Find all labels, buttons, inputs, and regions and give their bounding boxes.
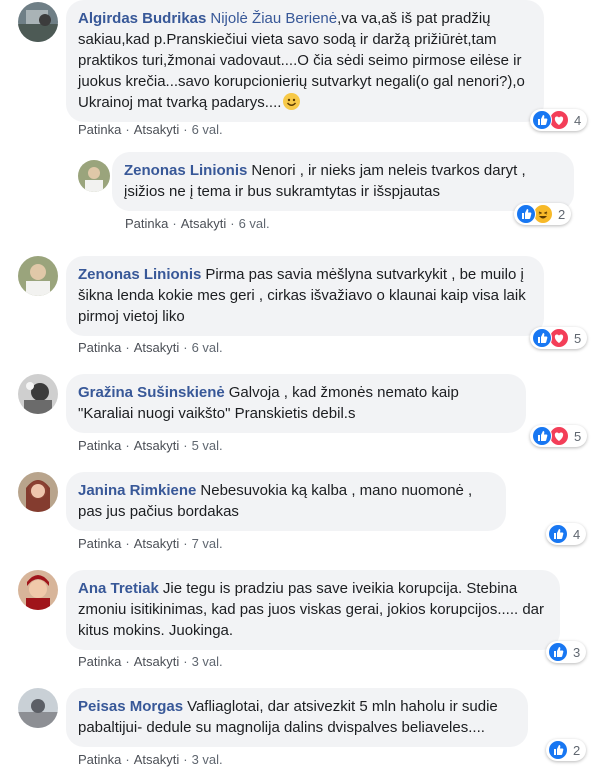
avatar[interactable]	[18, 256, 58, 296]
mentioned-user[interactable]: Nijolė Žiau Berienė	[210, 10, 337, 27]
comment-author[interactable]: Algirdas Budrikas	[78, 10, 206, 27]
comment-timestamp[interactable]: 3 val.	[192, 752, 223, 767]
comment-author[interactable]: Zenonas Linionis	[78, 266, 201, 283]
avatar[interactable]	[18, 472, 58, 512]
comment-actions: Patinka · Atsakyti · 7 val.	[78, 536, 223, 551]
reaction-count: 2	[558, 206, 566, 222]
comment-actions: Patinka · Atsakyti · 6 val.	[125, 216, 270, 231]
reaction-summary[interactable]: 5	[530, 425, 588, 447]
haha-reaction-icon	[533, 204, 553, 224]
avatar[interactable]	[78, 160, 110, 192]
reaction-summary[interactable]: 5	[530, 327, 588, 349]
reply-link[interactable]: Atsakyti	[134, 536, 180, 551]
like-reaction-icon	[516, 204, 536, 224]
love-reaction-icon	[549, 328, 569, 348]
avatar[interactable]	[18, 374, 58, 414]
avatar[interactable]	[18, 2, 58, 42]
reaction-count: 2	[573, 742, 581, 758]
avatar[interactable]	[18, 688, 58, 728]
reply-link[interactable]: Atsakyti	[134, 122, 180, 137]
comment-author[interactable]: Ana Tretiak	[78, 580, 159, 597]
comment-timestamp[interactable]: 6 val.	[239, 216, 270, 231]
reaction-summary[interactable]: 2	[546, 739, 587, 761]
comment-author[interactable]: Zenonas Linionis	[124, 162, 247, 179]
love-reaction-icon	[549, 110, 569, 130]
reaction-count: 4	[574, 112, 582, 128]
like-link[interactable]: Patinka	[78, 122, 121, 137]
comment-bubble: Zenonas Linionis Nenori , ir nieks jam ne…	[112, 152, 574, 211]
reply-link[interactable]: Atsakyti	[181, 216, 227, 231]
comment-author[interactable]: Peisas Morgas	[78, 698, 183, 715]
comment-timestamp[interactable]: 5 val.	[192, 438, 223, 453]
like-reaction-icon	[532, 110, 552, 130]
comment-actions: Patinka · Atsakyti · 6 val.	[78, 122, 223, 137]
like-reaction-icon	[532, 328, 552, 348]
reply-link[interactable]: Atsakyti	[134, 654, 180, 669]
comment-bubble: Algirdas Budrikas Nijolė Žiau Berienė,va …	[66, 0, 544, 122]
comment-bubble: Ana Tretiak Jie tegu is pradziu pas save …	[66, 570, 560, 650]
comment-timestamp[interactable]: 7 val.	[192, 536, 223, 551]
like-reaction-icon	[532, 426, 552, 446]
reaction-count: 4	[573, 526, 581, 542]
smiling-face-icon	[283, 93, 301, 110]
comment-bubble: Peisas Morgas Vafliaglotai, dar atsivezki…	[66, 688, 528, 747]
comment-actions: Patinka · Atsakyti · 5 val.	[78, 438, 223, 453]
comment-author[interactable]: Gražina Sušinskienė	[78, 384, 225, 401]
reaction-count: 3	[573, 644, 581, 660]
like-reaction-icon	[548, 740, 568, 760]
reaction-summary[interactable]: 2	[514, 203, 572, 225]
comment-actions: Patinka · Atsakyti · 3 val.	[78, 654, 223, 669]
reply-link[interactable]: Atsakyti	[134, 752, 180, 767]
like-link[interactable]: Patinka	[78, 340, 121, 355]
like-link[interactable]: Patinka	[78, 654, 121, 669]
reaction-summary[interactable]: 4	[546, 523, 587, 545]
comment-timestamp[interactable]: 6 val.	[192, 340, 223, 355]
reaction-summary[interactable]: 3	[546, 641, 587, 663]
reaction-count: 5	[574, 330, 582, 346]
comment-timestamp[interactable]: 3 val.	[192, 654, 223, 669]
comment-actions: Patinka · Atsakyti · 3 val.	[78, 752, 223, 767]
like-reaction-icon	[548, 524, 568, 544]
like-link[interactable]: Patinka	[78, 752, 121, 767]
comment-bubble: Janina Rimkiene Nebesuvokia ką kalba , ma…	[66, 472, 506, 531]
comment-bubble: Zenonas Linionis Pirma pas savia mėšlyna …	[66, 256, 544, 336]
like-link[interactable]: Patinka	[78, 438, 121, 453]
love-reaction-icon	[549, 426, 569, 446]
like-link[interactable]: Patinka	[78, 536, 121, 551]
comment-timestamp[interactable]: 6 val.	[192, 122, 223, 137]
reaction-count: 5	[574, 428, 582, 444]
comment-bubble: Gražina Sušinskienė Galvoja , kad žmonės …	[66, 374, 526, 433]
like-reaction-icon	[548, 642, 568, 662]
comment-author[interactable]: Janina Rimkiene	[78, 482, 196, 499]
reply-link[interactable]: Atsakyti	[134, 438, 180, 453]
comment-actions: Patinka · Atsakyti · 6 val.	[78, 340, 223, 355]
avatar[interactable]	[18, 570, 58, 610]
reaction-summary[interactable]: 4	[530, 109, 588, 131]
reply-link[interactable]: Atsakyti	[134, 340, 180, 355]
like-link[interactable]: Patinka	[125, 216, 168, 231]
